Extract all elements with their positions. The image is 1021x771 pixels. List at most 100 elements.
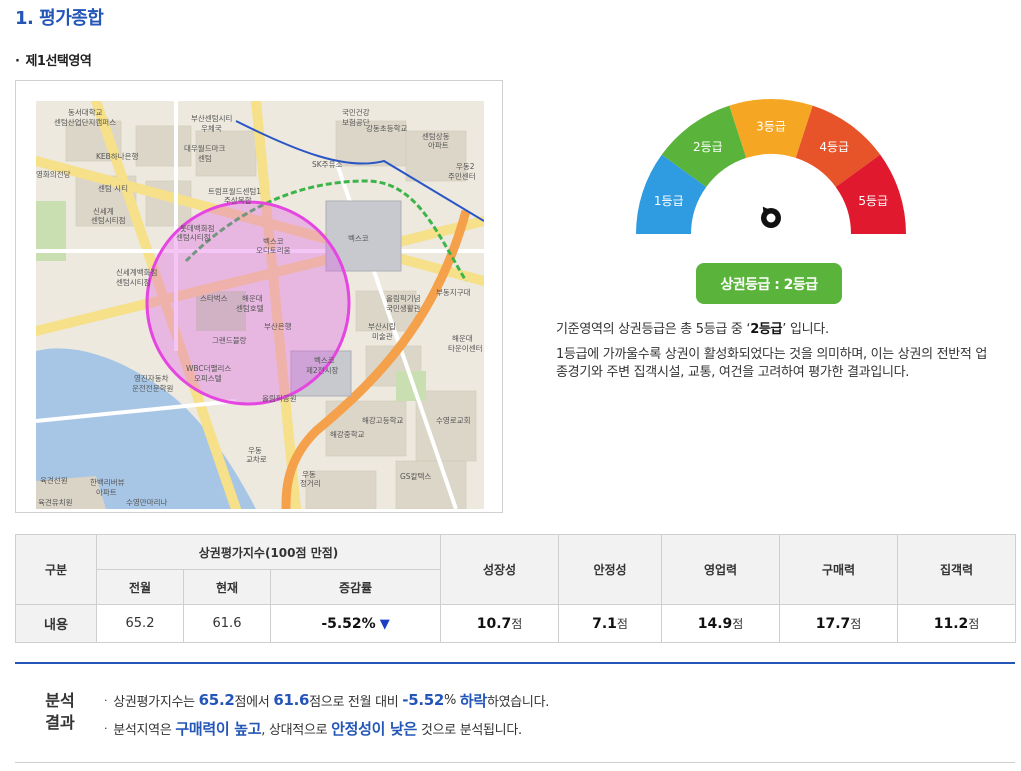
th-index-group: 상권평가지수(100점 만점) [95,534,442,570]
unit: 점 [968,617,980,631]
analysis-item: · 분석지역은 구매력이 높고, 상대적으로 안정성이 낮은 것으로 분석됩니다… [104,714,549,742]
analysis-weakness: 안정성이 낮은 [331,719,418,738]
sub-title: · 제1선택영역 [15,50,92,69]
map-label-wbc: WBC더팰리스 [186,363,231,373]
th-current: 현재 [183,569,271,605]
analysis-text: , 상대적으로 [261,722,328,738]
analysis-bottom-divider [15,762,1015,763]
map-label-ujeong: 우동 [248,446,262,455]
th-category: 구분 [15,534,97,605]
map-label-shinsegae: 신세계 [93,206,114,216]
map-label-lotte: 롯데백화점 [180,223,215,233]
map-label-haegang-high: 해강고등학교 [362,415,403,425]
cell-business: 14.9점 [661,604,781,643]
cell-growth: 10.7점 [440,604,560,643]
analysis-heading: 분석 결과 [40,690,80,734]
map-label-suyeong: 수영로교회 [436,415,471,425]
map-label-busan-center: 부산센텀시티 [191,113,232,123]
map-label-bexco-3: 벡스코 [314,356,335,365]
gauge-needle-icon [761,206,781,228]
th-stability: 안정성 [558,534,663,605]
map-label-olympic-gyo: 올림픽기념 [386,293,421,303]
map-label-bexco-main: 벡스코 [348,234,369,243]
map-view[interactable]: 동서대학교 센텀산업단지캠퍼스 부산센텀시티 우체국 KEB하나은행 대우월드마… [36,101,484,509]
grade-description: 기준영역의 상권등급은 총 5등급 중 ‘2등급’ 입니다. [556,318,996,337]
analysis-text: 점으로 전월 대비 [309,694,399,710]
map-label-yocheon: 육견선원 [40,475,68,485]
growth-value: 10.7 [476,616,512,632]
th-purchasing: 구매력 [779,534,899,605]
th-prev-month: 전월 [96,569,184,605]
bullet-dot: · [104,693,108,707]
analysis-text: 하였습니다. [486,694,550,710]
purchasing-value: 17.7 [815,616,851,632]
map-label-movie: 영화의전당 [36,169,71,179]
cell-current: 61.6 [183,604,271,643]
map-label-kebhana: KEB하나은행 [96,151,139,161]
analysis-heading-line2: 결과 [45,713,75,732]
map-label-busan-bank: 부산은행 [264,321,292,331]
map-label-taeol2: 타운이센터 [448,343,483,353]
map-label-hanyang: 한백리버뷰 [90,477,125,487]
map-label-ujeong4: 정거리 [300,478,321,488]
map-label-uokyoo: 육견유치원 [38,497,73,507]
map-label-busan-center2: 우체국 [201,123,222,133]
analysis-current-value: 61.6 [273,691,310,709]
map-label-trump: 트럼프월드센텀1 [208,186,261,196]
sub-title-text: 제1선택영역 [25,54,92,69]
map-label-bexco2: 오디토리움 [256,246,291,255]
score-table: 구분 상권평가지수(100점 만점) 성장성 안정성 영업력 구매력 집객력 전… [15,534,1017,643]
map-label-gwangan: 수영만마리나 [126,497,167,507]
desc-prefix: 기준영역의 상권등급은 총 5등급 중 ‘ [556,322,751,337]
map-label-museum: 부산시립 [368,321,396,331]
map-label-udong-office2: 주민센터 [448,171,476,181]
map-label-udong-office: 우동2 [456,162,475,171]
analysis-text: 것으로 분석됩니다. [420,722,522,738]
map-label-wbc2: 오피스텔 [194,374,222,383]
analysis-divider [15,662,1015,664]
row-label: 내용 [15,604,97,643]
map-label-dongseo: 동서대학교 [68,107,103,117]
grade-gauge: 1등급 2등급 3등급 4등급 5등급 [630,98,912,243]
map-label-daewoo: 대우월드마크 [184,143,225,153]
map-label-bu: 부동지구대 [436,288,471,297]
cell-change: -5.52% ▼ [269,604,442,643]
map-label-kukmin: 국민건강 [342,107,370,117]
map-label-yeongjin: 영진자동차 [134,373,169,383]
map-label-dongseo-center: 센텀산업단지캠퍼스 [54,117,116,127]
analysis-trend: 하락 [459,691,487,710]
map-label-starbucks: 스타벅스 [200,293,228,303]
analysis-text: % [444,692,457,708]
gauge-label-3: 3등급 [756,120,786,134]
unit: 점 [616,617,628,631]
map-label-center-city: 센텀 시티 [98,183,128,193]
map-label-shinsegae-duty2: 센텀시티점 [116,277,151,287]
map-label-daewoo2: 센텀 [198,153,212,163]
map-label-centum-apt2: 아파트 [428,140,449,150]
cell-attraction: 11.2점 [897,604,1017,643]
cell-stability: 7.1점 [558,604,663,643]
map-frame: 동서대학교 센텀산업단지캠퍼스 부산센텀시티 우체국 KEB하나은행 대우월드마… [15,80,503,513]
map-label-centum-apt: 센텀상동 [422,131,450,141]
desc-grade: 2등급 [750,322,783,337]
map-label-ujeong3: 우동 [302,470,316,479]
map-label-bexco: 벡스코 [263,237,284,246]
analysis-text: 상권평가지수는 [113,694,195,710]
map-label-hanyang2: 아파트 [96,487,117,497]
map-label-haeundae2: 센텀호텔 [236,303,264,313]
analysis-text: 점에서 [234,694,270,710]
page-title: 1. 평가종합 [15,8,104,29]
map-label-gangdong: 강동초등학교 [366,123,407,133]
analysis-item: · 상권평가지수는 65.2 점에서 61.6 점으로 전월 대비 -5.52% 하… [104,686,549,714]
analysis-list: · 상권평가지수는 65.2 점에서 61.6 점으로 전월 대비 -5.52% 하… [104,686,549,742]
map-label-shinsegae2: 센텀시티점 [91,215,126,225]
map-label-haeundae: 해운대 [242,293,263,303]
down-arrow-icon: ▼ [379,616,390,632]
map-label-taeol: 해운대 [452,333,473,343]
map-label-trump2: 주상복합 [224,195,252,205]
analysis-change-value: -5.52 [402,691,445,709]
gauge-label-1: 1등급 [654,194,684,208]
business-value: 14.9 [697,616,733,632]
map-label-olympic-gyo2: 국민생활관 [386,303,421,313]
map-label-yeongjin2: 운전전문학원 [132,383,173,393]
